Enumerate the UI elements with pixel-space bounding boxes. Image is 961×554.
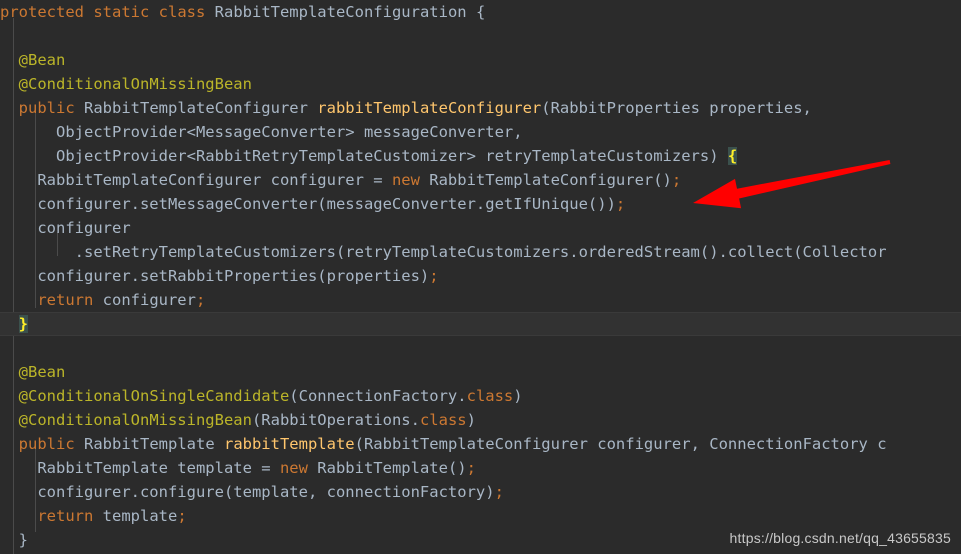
code-token-kw: public <box>18 99 84 117</box>
code-line[interactable]: RabbitTemplateConfigurer configurer = ne… <box>0 168 961 192</box>
code-token-id: ObjectProvider<MessageConverter> message… <box>0 123 523 141</box>
code-token-kw: public <box>18 435 84 453</box>
code-token-mth: rabbitTemplate <box>223 435 355 453</box>
code-token-id: RabbitTemplateConfiguration <box>214 3 476 21</box>
code-token-id <box>0 507 37 525</box>
code-token-id <box>0 387 19 405</box>
code-token-id: (RabbitTemplateConfigurer configurer, Co… <box>354 435 887 453</box>
code-line[interactable]: protected static class RabbitTemplateCon… <box>0 0 961 24</box>
code-token-semi: ; <box>429 267 439 285</box>
code-token-id: .setRetryTemplateCustomizers(retryTempla… <box>0 243 887 261</box>
code-line[interactable]: return template; <box>0 504 961 528</box>
code-line[interactable]: @Bean <box>0 48 961 72</box>
code-token-id <box>0 411 19 429</box>
code-line[interactable]: @ConditionalOnSingleCandidate(Connection… <box>0 384 961 408</box>
code-token-id <box>0 435 19 453</box>
code-line[interactable]: @ConditionalOnMissingBean <box>0 72 961 96</box>
code-line[interactable]: ObjectProvider<RabbitRetryTemplateCustom… <box>0 144 961 168</box>
code-token-semi: ; <box>177 507 187 525</box>
code-token-id <box>0 315 19 333</box>
code-line[interactable] <box>0 336 961 360</box>
code-token-brace: } <box>18 531 29 549</box>
code-token-id: RabbitTemplateConfigurer configurer = <box>0 171 392 189</box>
code-line[interactable]: ObjectProvider<MessageConverter> message… <box>0 120 961 144</box>
code-token-id: RabbitTemplateConfigurer() <box>429 171 672 189</box>
code-token-id: configurer.configure(template, connectio… <box>0 483 495 501</box>
code-line[interactable] <box>0 24 961 48</box>
code-token-id: RabbitTemplate() <box>317 459 467 477</box>
code-token-brace-hl: } <box>18 315 29 333</box>
code-token-brace: { <box>475 3 486 21</box>
code-token-kw: new <box>279 459 318 477</box>
code-token-id <box>0 531 19 549</box>
code-token-id <box>0 291 37 309</box>
code-line[interactable]: RabbitTemplate template = new RabbitTemp… <box>0 456 961 480</box>
code-line-current[interactable]: } <box>0 312 961 336</box>
code-token-id <box>0 75 19 93</box>
code-token-ann: @ConditionalOnMissingBean <box>18 411 252 429</box>
code-token-kw: protected <box>0 3 94 21</box>
code-token-ann: @ConditionalOnMissingBean <box>18 75 252 93</box>
code-line[interactable]: public RabbitTemplate rabbitTemplate(Rab… <box>0 432 961 456</box>
code-token-semi: ; <box>195 291 206 309</box>
code-line[interactable]: @ConditionalOnMissingBean(RabbitOperatio… <box>0 408 961 432</box>
code-token-kw: class <box>158 3 215 21</box>
code-token-brace-hl: { <box>727 147 738 165</box>
code-token-kw: static <box>93 3 159 21</box>
code-token-id: ) <box>466 411 476 429</box>
code-token-id: ) <box>513 387 523 405</box>
code-token-kw: class <box>466 387 514 405</box>
code-token-ann: @Bean <box>18 363 66 381</box>
code-token-id: (RabbitOperations. <box>251 411 420 429</box>
code-token-id: RabbitTemplate template = <box>0 459 280 477</box>
code-token-kw: return <box>37 291 103 309</box>
code-token-id: configurer.setMessageConverter(messageCo… <box>0 195 616 213</box>
code-editor-screenshot: protected static class RabbitTemplateCon… <box>0 0 961 554</box>
code-line[interactable]: .setRetryTemplateCustomizers(retryTempla… <box>0 240 961 264</box>
code-line[interactable]: configurer.setRabbitProperties(propertie… <box>0 264 961 288</box>
code-token-kw: class <box>419 411 467 429</box>
code-line[interactable]: @Bean <box>0 360 961 384</box>
code-token-id: RabbitTemplateConfigurer <box>84 99 318 117</box>
code-token-id <box>0 363 19 381</box>
code-token-semi: ; <box>494 483 504 501</box>
code-editor-content[interactable]: protected static class RabbitTemplateCon… <box>0 0 961 554</box>
code-token-id: (ConnectionFactory. <box>289 387 467 405</box>
code-line[interactable]: configurer.setMessageConverter(messageCo… <box>0 192 961 216</box>
code-token-id: ObjectProvider<RabbitRetryTemplateCustom… <box>0 147 728 165</box>
code-line[interactable]: return configurer; <box>0 288 961 312</box>
code-token-semi: ; <box>466 459 476 477</box>
watermark-url: https://blog.csdn.net/qq_43655835 <box>729 530 951 546</box>
code-token-ann: @ConditionalOnSingleCandidate <box>18 387 290 405</box>
code-token-id: (RabbitProperties properties, <box>541 99 812 117</box>
code-token-mth: rabbitTemplateConfigurer <box>317 99 542 117</box>
code-token-id: RabbitTemplate <box>84 435 224 453</box>
code-line[interactable]: configurer <box>0 216 961 240</box>
code-token-id: configurer.setRabbitProperties(propertie… <box>0 267 430 285</box>
code-token-id: configurer <box>102 291 196 309</box>
code-token-id: template <box>102 507 178 525</box>
code-line[interactable]: public RabbitTemplateConfigurer rabbitTe… <box>0 96 961 120</box>
code-token-id: configurer <box>0 219 131 237</box>
code-token-semi: ; <box>615 195 626 213</box>
code-line[interactable]: configurer.configure(template, connectio… <box>0 480 961 504</box>
code-token-ann: @Bean <box>18 51 66 69</box>
code-token-kw: new <box>391 171 430 189</box>
code-token-kw: return <box>37 507 103 525</box>
code-token-id <box>0 51 19 69</box>
code-token-id <box>0 99 19 117</box>
code-token-semi: ; <box>671 171 682 189</box>
